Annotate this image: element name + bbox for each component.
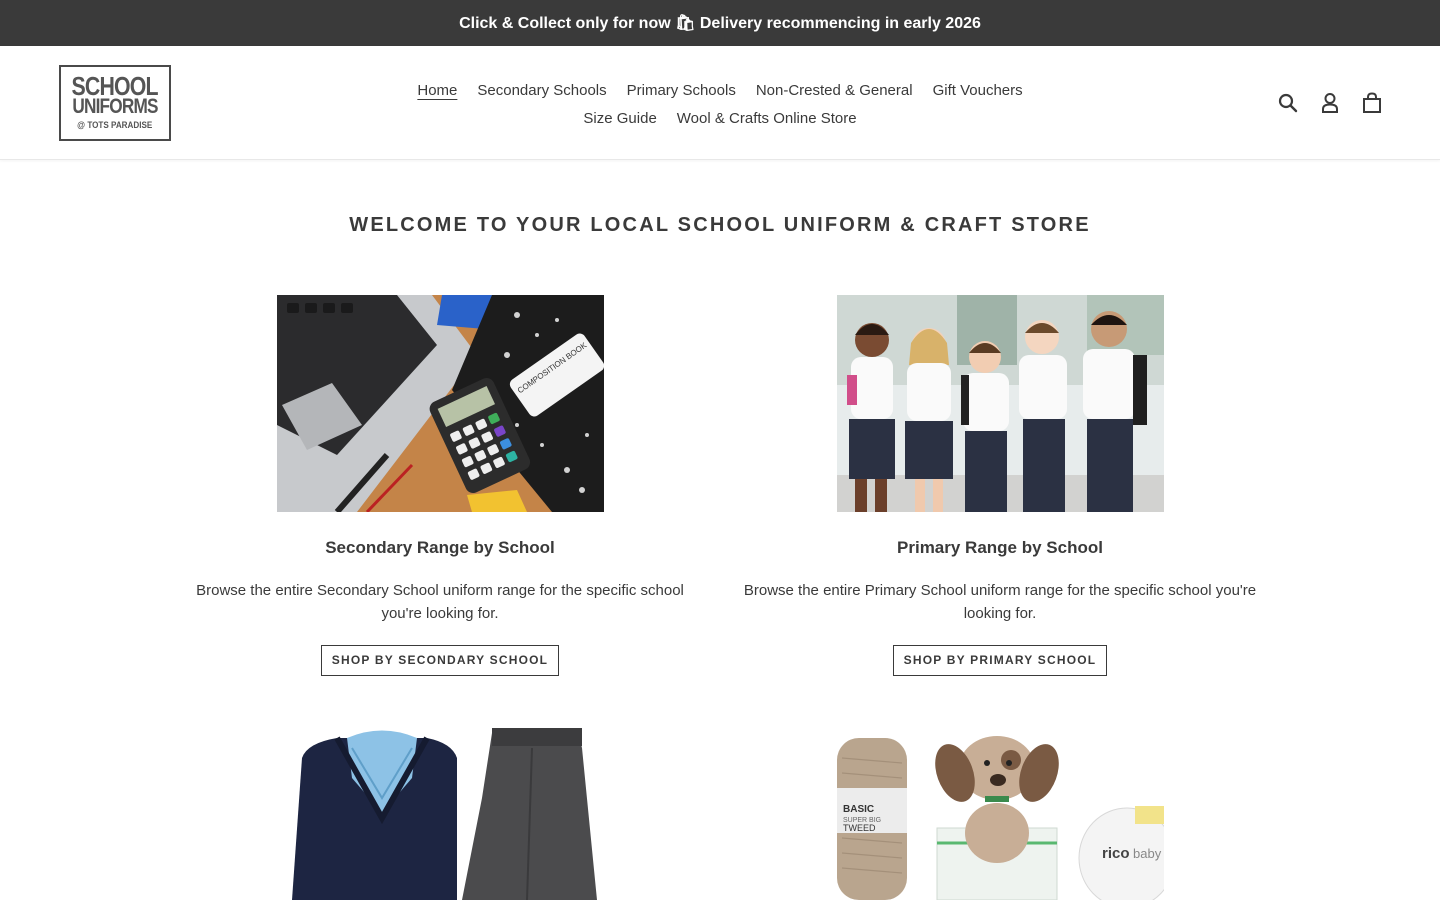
- yarn-label-basic: BASIC: [843, 804, 874, 815]
- general-uniform-image[interactable]: [276, 718, 604, 900]
- nav-primary-schools[interactable]: Primary Schools: [627, 77, 736, 105]
- announcement-bar: Click & Collect only for now 🛍 Delivery …: [0, 0, 1440, 46]
- shop-by-secondary-school-button[interactable]: SHOP BY SECONDARY SCHOOL: [320, 645, 560, 676]
- site-header: SCHOOL UNIFORMS @ TOTS PARADISE Home Seco…: [0, 46, 1440, 160]
- collection-card-secondary: COMPOSITION BOOK Secondary Range by Scho…: [160, 295, 720, 676]
- store-logo[interactable]: SCHOOL UNIFORMS @ TOTS PARADISE: [59, 65, 171, 141]
- rico-label: rico: [1102, 845, 1130, 862]
- yarn-label-tweed: TWEED: [843, 823, 876, 833]
- announcement-text: Click & Collect only for now 🛍 Delivery …: [459, 15, 981, 32]
- logo-line-1: SCHOOL: [71, 71, 159, 101]
- wool-crafts-image[interactable]: BASIC SUPER BIG TWEED rico baby: [836, 718, 1164, 900]
- baby-label: baby: [1133, 846, 1162, 861]
- collection-card-general: [160, 718, 720, 900]
- card-title: Secondary Range by School: [325, 538, 555, 557]
- cart-icon[interactable]: [1360, 91, 1384, 115]
- collection-card-wool: BASIC SUPER BIG TWEED rico baby: [720, 718, 1280, 900]
- secondary-range-image[interactable]: COMPOSITION BOOK: [276, 295, 604, 512]
- search-icon[interactable]: [1276, 91, 1300, 115]
- account-icon[interactable]: [1318, 91, 1342, 115]
- card-description: Browse the entire Primary School uniform…: [743, 582, 1257, 622]
- shop-by-primary-school-button[interactable]: SHOP BY PRIMARY SCHOOL: [892, 645, 1108, 676]
- nav-home[interactable]: Home: [417, 77, 457, 105]
- main-navigation: Home Secondary Schools Primary Schools Non-…: [380, 77, 1060, 133]
- nav-secondary-schools[interactable]: Secondary Schools: [477, 77, 606, 105]
- nav-gift-vouchers[interactable]: Gift Vouchers: [933, 77, 1023, 105]
- logo-line-2: UNIFORMS: [72, 95, 158, 118]
- primary-range-image[interactable]: [836, 295, 1164, 512]
- nav-non-crested-general[interactable]: Non-Crested & General: [756, 77, 913, 105]
- collection-card-primary: Primary Range by School Browse the entir…: [720, 295, 1280, 676]
- nav-size-guide[interactable]: Size Guide: [583, 105, 656, 133]
- header-icons: [1276, 91, 1384, 115]
- card-title: Primary Range by School: [897, 538, 1103, 557]
- nav-wool-crafts-store[interactable]: Wool & Crafts Online Store: [677, 105, 857, 133]
- card-description: Browse the entire Secondary School unifo…: [196, 582, 684, 622]
- welcome-heading: WELCOME TO YOUR LOCAL SCHOOL UNIFORM & C…: [349, 214, 1091, 236]
- logo-line-3: @ TOTS PARADISE: [77, 120, 153, 130]
